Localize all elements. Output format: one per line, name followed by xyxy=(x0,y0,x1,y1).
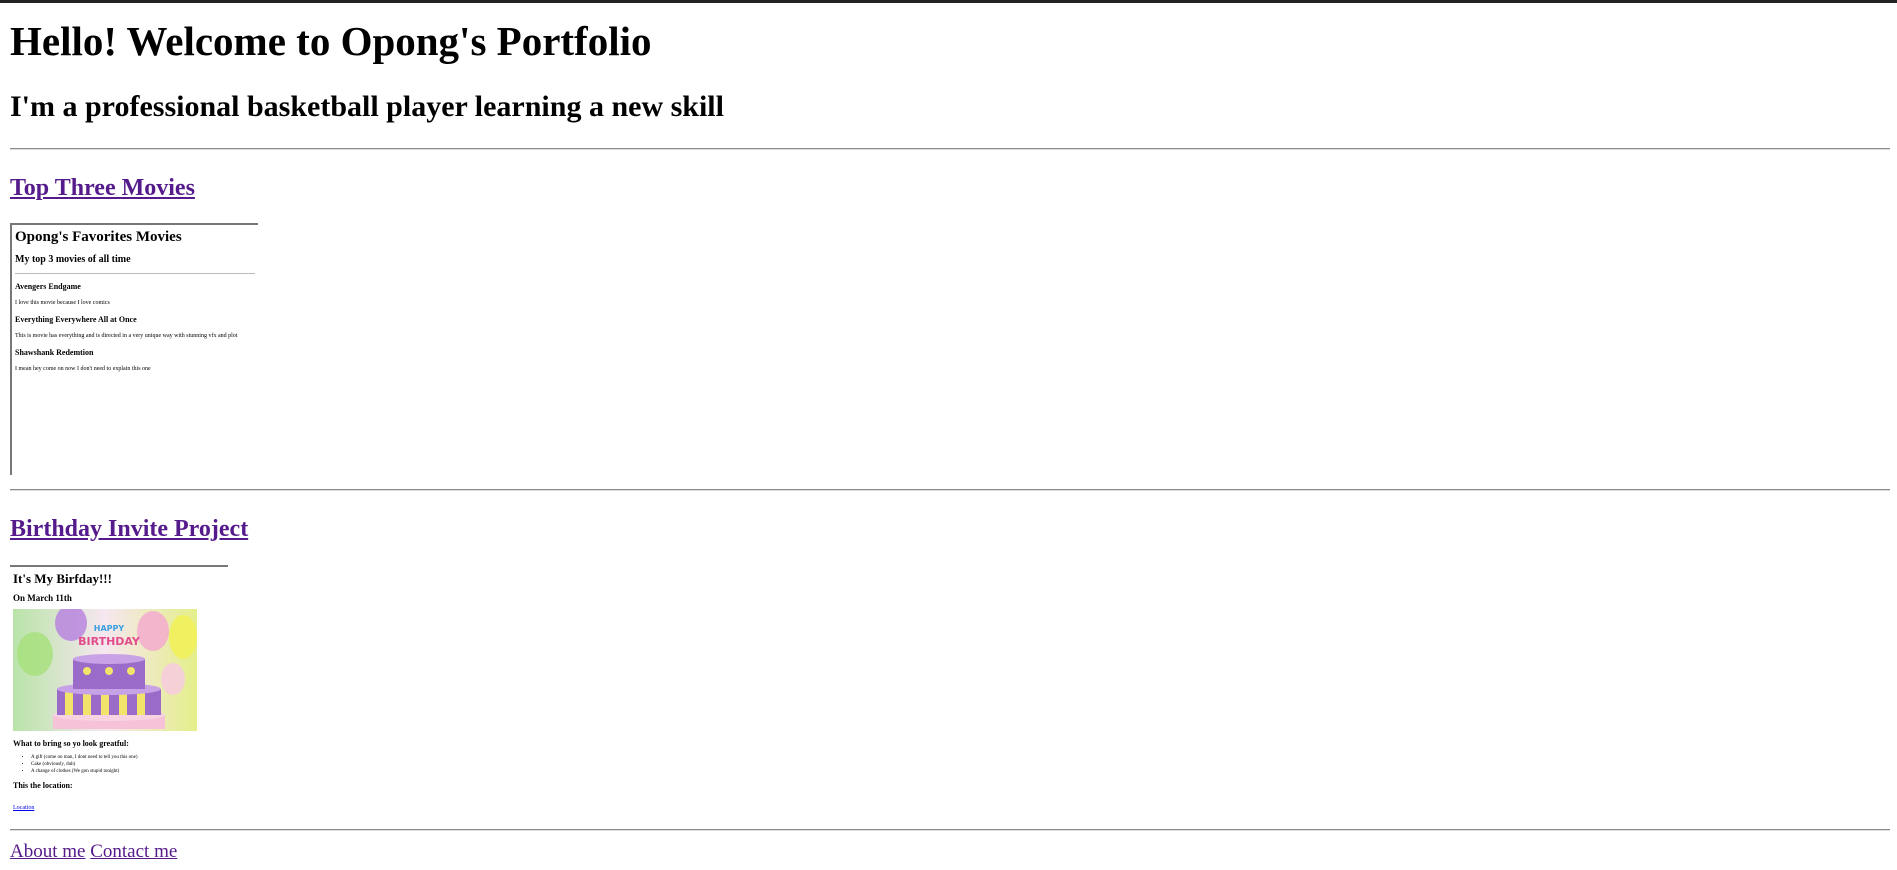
birthday-embed-subtitle: On March 11th xyxy=(13,593,72,603)
location-link[interactable]: Location xyxy=(13,805,34,811)
movies-embed-frame[interactable]: Opong's Favorites Movies My top 3 movies… xyxy=(10,223,258,475)
footer-nav: About me Contact me xyxy=(10,841,177,863)
bring-heading: What to bring so yo look greatful: xyxy=(13,739,129,748)
movie-description: This is movie has everything and is dire… xyxy=(15,333,238,339)
svg-text:BIRTHDAY: BIRTHDAY xyxy=(78,635,141,648)
divider xyxy=(10,489,1890,491)
movies-embed-subtitle: My top 3 movies of all time xyxy=(15,254,131,265)
list-item: A gift (come on man, I dont need to tell… xyxy=(31,754,225,761)
contact-me-link[interactable]: Contact me xyxy=(90,841,177,862)
movie-item: Everything Everywhere All at Once This i… xyxy=(15,315,255,340)
about-me-link[interactable]: About me xyxy=(10,841,85,862)
birthday-cake-image: BIRTHDAY HAPPY xyxy=(13,609,197,731)
movie-name: Shawshank Redemtion xyxy=(15,348,94,357)
birthday-invite-link[interactable]: Birthday Invite Project xyxy=(10,515,248,543)
birthday-embed-frame[interactable]: It's My Birfday!!! On March 11th BIRTHDA… xyxy=(10,565,228,815)
birthday-embed-title: It's My Birfday!!! xyxy=(13,571,112,586)
page-title: Hello! Welcome to Opong's Portfolio xyxy=(10,18,652,64)
list-item: A change of clothes (We gon stupid tonig… xyxy=(31,768,225,775)
movie-description: I love this movie because I love comics xyxy=(15,300,110,306)
list-item: Cake (obviously, duh) xyxy=(31,761,225,768)
movie-description: I mean hey come on now I don't need to e… xyxy=(15,366,151,372)
movie-name: Avengers Endgame xyxy=(15,282,81,291)
svg-text:HAPPY: HAPPY xyxy=(94,624,125,633)
page-subtitle: I'm a professional basketball player lea… xyxy=(10,90,724,123)
bring-list: A gift (come on man, I dont need to tell… xyxy=(13,754,225,775)
location-heading: This the location: xyxy=(13,781,73,790)
divider xyxy=(10,148,1890,150)
movies-embed-divider xyxy=(15,273,255,274)
top-three-movies-link[interactable]: Top Three Movies xyxy=(10,174,195,202)
movie-name: Everything Everywhere All at Once xyxy=(15,315,137,324)
movies-embed-title: Opong's Favorites Movies xyxy=(15,229,182,245)
divider xyxy=(10,829,1890,831)
movie-item: Avengers Endgame I love this movie becau… xyxy=(15,282,255,307)
movie-item: Shawshank Redemtion I mean hey come on n… xyxy=(15,348,255,373)
